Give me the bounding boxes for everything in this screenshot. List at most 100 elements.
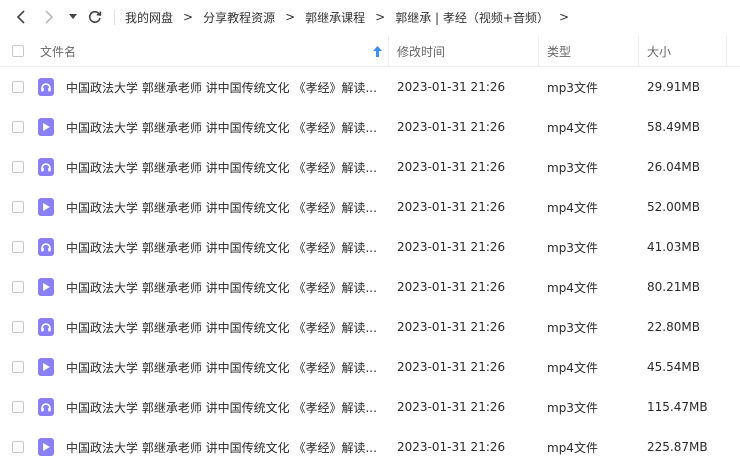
column-header-modified[interactable]: 修改时间 (397, 36, 445, 66)
file-type: mp3文件 (547, 160, 598, 175)
file-modified-time: 2023-01-31 21:26 (397, 120, 506, 134)
file-row[interactable]: 中国政法大学 郭继承老师 讲中国传统文化 《孝经》解读... 2023-01-31… (0, 227, 740, 267)
file-modified-time: 2023-01-31 21:26 (397, 440, 506, 454)
caret-down-icon (69, 14, 77, 19)
row-checkbox[interactable] (12, 387, 24, 427)
file-type: mp4文件 (547, 200, 598, 215)
row-checkbox[interactable] (12, 67, 24, 107)
file-row[interactable]: 中国政法大学 郭继承老师 讲中国传统文化 《孝经》解读... 2023-01-31… (0, 107, 740, 147)
row-checkbox[interactable] (12, 227, 24, 267)
row-checkbox[interactable] (12, 107, 24, 147)
select-all-checkbox[interactable] (12, 36, 24, 66)
row-checkbox[interactable] (12, 307, 24, 347)
row-checkbox[interactable] (12, 187, 24, 227)
file-name[interactable]: 中国政法大学 郭继承老师 讲中国传统文化 《孝经》解读... (66, 187, 386, 227)
file-type: mp3文件 (547, 80, 598, 95)
video-file-icon (38, 198, 54, 216)
file-modified-time: 2023-01-31 21:26 (397, 400, 506, 414)
row-checkbox[interactable] (12, 267, 24, 307)
audio-file-icon (38, 78, 54, 96)
refresh-icon (88, 10, 102, 23)
column-divider[interactable] (388, 36, 389, 66)
file-name[interactable]: 中国政法大学 郭继承老师 讲中国传统文化 《孝经》解读... (66, 387, 386, 427)
column-divider[interactable] (638, 36, 639, 66)
breadcrumb-item-current[interactable]: 郭继承 | 孝经（视频+音频） (395, 9, 549, 26)
file-size: 41.03MB (647, 240, 700, 254)
file-row[interactable]: 中国政法大学 郭继承老师 讲中国传统文化 《孝经》解读... 2023-01-31… (0, 147, 740, 187)
video-file-icon (38, 358, 54, 376)
file-size: 26.04MB (647, 160, 700, 174)
file-row[interactable]: 中国政法大学 郭继承老师 讲中国传统文化 《孝经》解读... 2023-01-31… (0, 427, 740, 467)
file-size: 225.87MB (647, 440, 708, 454)
file-modified-time: 2023-01-31 21:26 (397, 160, 506, 174)
audio-file-icon (38, 238, 54, 256)
video-file-icon (38, 438, 54, 456)
file-name[interactable]: 中国政法大学 郭继承老师 讲中国传统文化 《孝经》解读... (66, 107, 386, 147)
breadcrumb-divider (114, 9, 115, 25)
file-size: 22.80MB (647, 320, 700, 334)
breadcrumb-separator-icon: > (285, 10, 296, 24)
audio-file-icon (38, 158, 54, 176)
column-header-size[interactable]: 大小 (647, 36, 671, 66)
audio-file-icon (38, 398, 54, 416)
file-row[interactable]: 中国政法大学 郭继承老师 讲中国传统文化 《孝经》解读... 2023-01-31… (0, 187, 740, 227)
breadcrumb-item[interactable]: 分享教程资源 (203, 9, 275, 26)
file-modified-time: 2023-01-31 21:26 (397, 200, 506, 214)
history-dropdown-button[interactable] (66, 6, 80, 28)
file-row[interactable]: 中国政法大学 郭继承老师 讲中国传统文化 《孝经》解读... 2023-01-31… (0, 67, 740, 107)
file-type: mp4文件 (547, 120, 598, 135)
row-checkbox[interactable] (12, 427, 24, 467)
file-row[interactable]: 中国政法大学 郭继承老师 讲中国传统文化 《孝经》解读... 2023-01-31… (0, 307, 740, 347)
navigation-bar: 我的网盘 > 分享教程资源 > 郭继承课程 > 郭继承 | 孝经（视频+音频） … (0, 0, 740, 34)
file-size: 115.47MB (647, 400, 708, 414)
file-type: mp4文件 (547, 360, 598, 375)
file-name[interactable]: 中国政法大学 郭继承老师 讲中国传统文化 《孝经》解读... (66, 427, 386, 467)
chevron-right-icon (45, 10, 54, 24)
refresh-button[interactable] (86, 6, 104, 28)
forward-button[interactable] (40, 6, 58, 28)
file-modified-time: 2023-01-31 21:26 (397, 280, 506, 294)
row-checkbox[interactable] (12, 347, 24, 387)
back-button[interactable] (12, 6, 30, 28)
breadcrumb-item[interactable]: 我的网盘 (125, 9, 173, 26)
chevron-left-icon (16, 10, 25, 24)
file-list: 中国政法大学 郭继承老师 讲中国传统文化 《孝经》解读... 2023-01-31… (0, 67, 740, 467)
file-row[interactable]: 中国政法大学 郭继承老师 讲中国传统文化 《孝经》解读... 2023-01-31… (0, 387, 740, 427)
file-modified-time: 2023-01-31 21:26 (397, 360, 506, 374)
file-type: mp3文件 (547, 240, 598, 255)
row-checkbox[interactable] (12, 147, 24, 187)
audio-file-icon (38, 318, 54, 336)
breadcrumb-item[interactable]: 郭继承课程 (305, 9, 365, 26)
file-type: mp3文件 (547, 400, 598, 415)
file-row[interactable]: 中国政法大学 郭继承老师 讲中国传统文化 《孝经》解读... 2023-01-31… (0, 347, 740, 387)
file-name[interactable]: 中国政法大学 郭继承老师 讲中国传统文化 《孝经》解读... (66, 347, 386, 387)
file-row[interactable]: 中国政法大学 郭继承老师 讲中国传统文化 《孝经》解读... 2023-01-31… (0, 267, 740, 307)
file-type: mp4文件 (547, 440, 598, 455)
file-type: mp4文件 (547, 280, 598, 295)
video-file-icon (38, 278, 54, 296)
sort-ascending-icon[interactable] (373, 36, 382, 66)
file-size: 45.54MB (647, 360, 700, 374)
column-header-name[interactable]: 文件名 (40, 36, 76, 66)
file-size: 80.21MB (647, 280, 700, 294)
breadcrumb-separator-icon: > (375, 10, 386, 24)
video-file-icon (38, 118, 54, 136)
breadcrumb-separator-icon: > (183, 10, 194, 24)
breadcrumb-separator-icon: > (558, 10, 570, 24)
file-size: 58.49MB (647, 120, 700, 134)
file-name[interactable]: 中国政法大学 郭继承老师 讲中国传统文化 《孝经》解读... (66, 307, 386, 347)
file-modified-time: 2023-01-31 21:26 (397, 240, 506, 254)
column-divider[interactable] (726, 36, 727, 66)
file-modified-time: 2023-01-31 21:26 (397, 320, 506, 334)
file-list-header: 文件名 修改时间 类型 大小 (0, 36, 740, 67)
file-name[interactable]: 中国政法大学 郭继承老师 讲中国传统文化 《孝经》解读... (66, 267, 386, 307)
file-size: 29.91MB (647, 80, 700, 94)
file-name[interactable]: 中国政法大学 郭继承老师 讲中国传统文化 《孝经》解读... (66, 147, 386, 187)
file-name[interactable]: 中国政法大学 郭继承老师 讲中国传统文化 《孝经》解读... (66, 227, 386, 267)
column-header-type[interactable]: 类型 (547, 36, 571, 66)
breadcrumb: 我的网盘 > 分享教程资源 > 郭继承课程 > 郭继承 | 孝经（视频+音频） … (114, 0, 579, 34)
file-name[interactable]: 中国政法大学 郭继承老师 讲中国传统文化 《孝经》解读... (66, 67, 386, 107)
file-type: mp3文件 (547, 320, 598, 335)
column-divider[interactable] (538, 36, 539, 66)
file-size: 52.00MB (647, 200, 700, 214)
